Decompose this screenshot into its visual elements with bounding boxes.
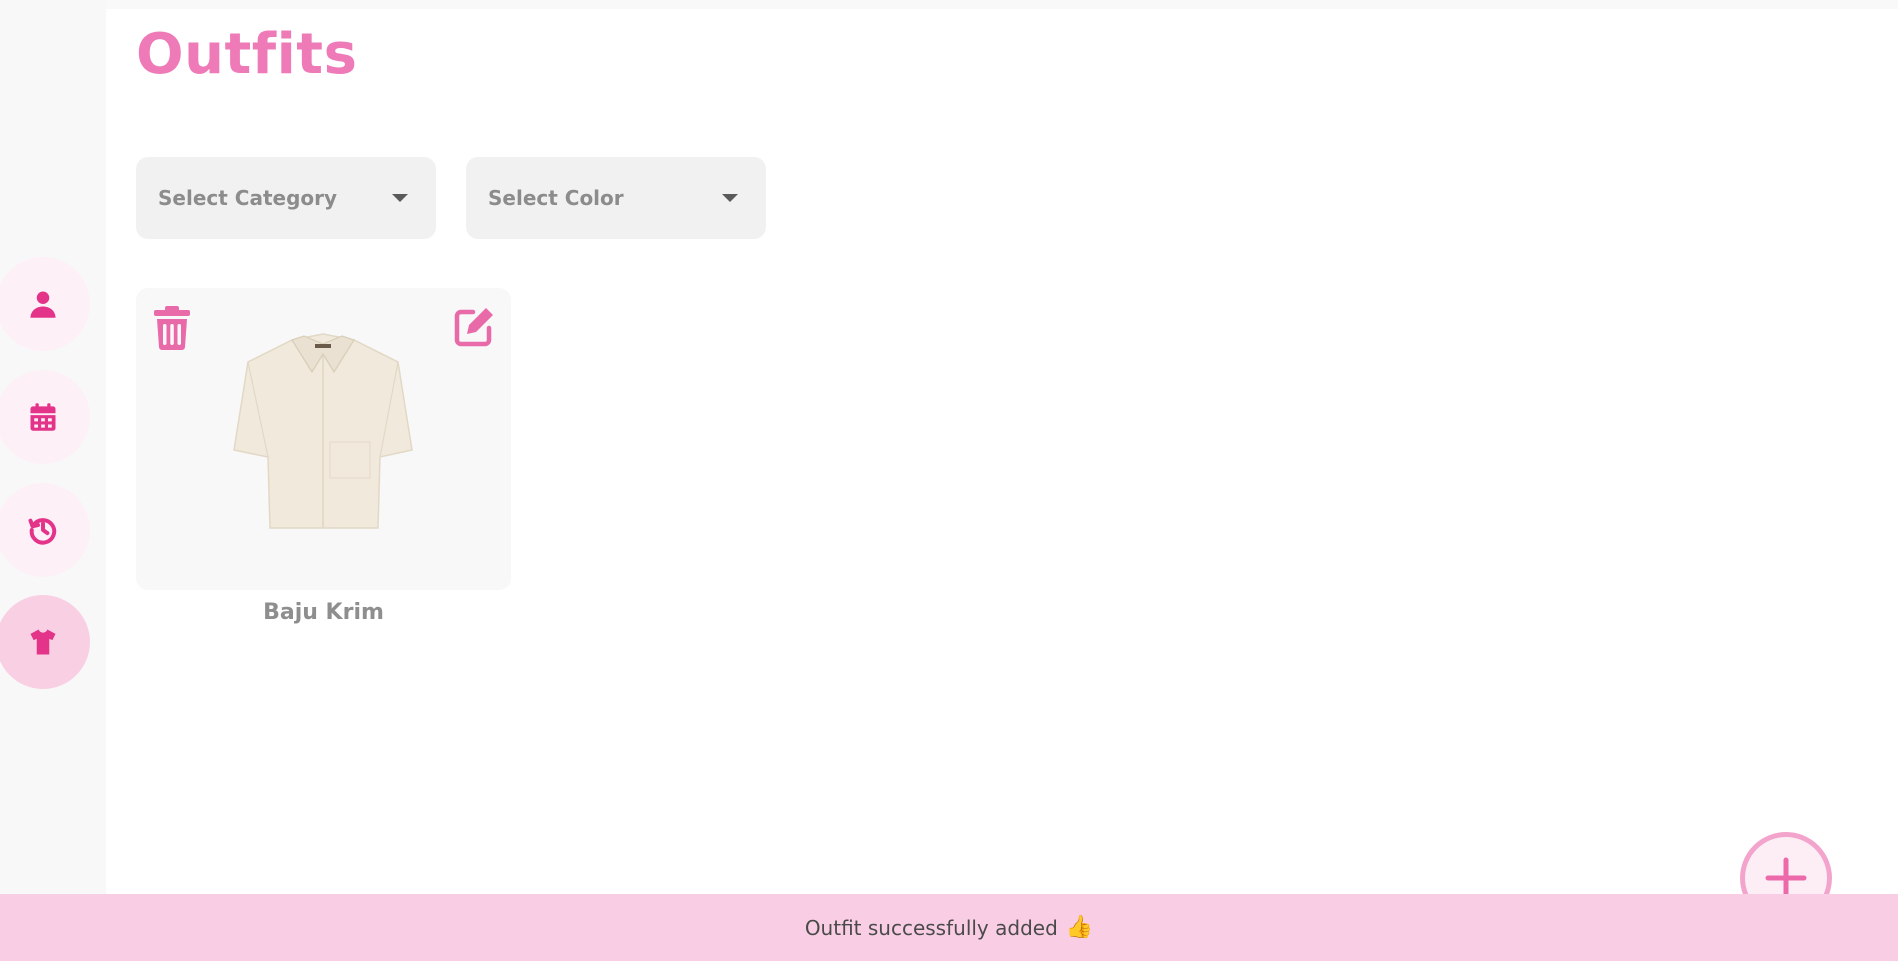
app-root: Outfits Select Category Select Color Baj… <box>0 0 1898 961</box>
edit-icon[interactable] <box>453 306 495 348</box>
success-toast: Outfit successfully added 👍 <box>0 894 1898 961</box>
thumbs-up-icon: 👍 <box>1065 915 1094 940</box>
trash-icon[interactable] <box>154 306 190 350</box>
cream-shirt-image <box>233 333 413 529</box>
toast-message: Outfit successfully added <box>804 915 1058 940</box>
history-icon <box>28 518 57 545</box>
sidebar-item-profile[interactable] <box>0 257 90 351</box>
sidebar-item-calendar[interactable] <box>0 370 90 464</box>
sidebar-item-history[interactable] <box>0 483 90 577</box>
calendar-icon <box>30 403 56 431</box>
outfit-name: Baju Krim <box>263 600 384 625</box>
sidebar <box>0 0 106 961</box>
caret-down-icon <box>722 194 738 202</box>
color-select[interactable]: Select Color <box>466 157 766 239</box>
outfit-card[interactable] <box>136 288 511 590</box>
caret-down-icon <box>392 194 408 202</box>
category-select[interactable]: Select Category <box>136 157 436 239</box>
top-strip <box>106 0 1898 9</box>
color-select-placeholder: Select Color <box>488 186 624 210</box>
sidebar-item-outfits[interactable] <box>0 595 90 689</box>
category-select-placeholder: Select Category <box>158 186 338 210</box>
shirt-icon <box>30 629 56 655</box>
user-icon <box>30 291 56 318</box>
page-title: Outfits <box>136 22 358 87</box>
